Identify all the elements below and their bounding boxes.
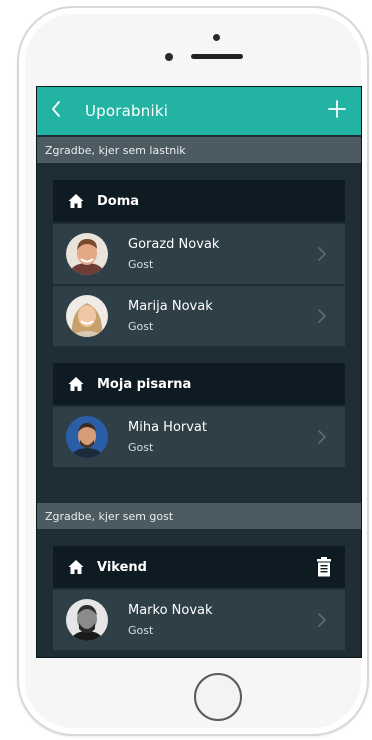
building-name: Vikend	[97, 559, 147, 575]
back-button[interactable]	[37, 87, 75, 135]
building-group-vikend: Vikend Marko Novak Gost	[53, 546, 345, 650]
home-icon	[67, 375, 85, 393]
section-header-owner: Zgradbe, kjer sem lastnik	[37, 137, 361, 163]
chevron-right-icon	[317, 429, 327, 445]
user-role: Gost	[128, 320, 154, 333]
speaker-grille	[191, 54, 243, 59]
home-icon	[67, 558, 85, 576]
building-header: Vikend	[53, 546, 345, 588]
page-title: Uporabniki	[85, 102, 169, 120]
user-row-marija-novak[interactable]: Marija Novak Gost	[53, 286, 345, 346]
building-group-moja-pisarna: Moja pisarna Miha Horvat Gost	[53, 363, 345, 467]
chevron-right-icon	[317, 308, 327, 324]
top-bar: Uporabniki	[37, 87, 361, 135]
building-header: Doma	[53, 180, 345, 222]
avatar	[66, 295, 108, 337]
app-screen: Uporabniki Zgradbe, kjer sem lastnik Dom…	[36, 86, 362, 658]
chevron-left-icon	[50, 100, 62, 122]
user-name: Miha Horvat	[128, 420, 207, 435]
avatar	[66, 233, 108, 275]
building-group-doma: Doma Gorazd Novak Gost Marija Novak Gost	[53, 180, 345, 346]
user-row-gorazd-novak[interactable]: Gorazd Novak Gost	[53, 224, 345, 284]
avatar	[66, 416, 108, 458]
user-role: Gost	[128, 624, 154, 637]
section-header-guest: Zgradbe, kjer sem gost	[37, 503, 361, 529]
user-name: Marija Novak	[128, 299, 213, 314]
front-sensor-icon	[165, 53, 173, 61]
home-icon	[67, 192, 85, 210]
chevron-right-icon	[317, 246, 327, 262]
user-name: Gorazd Novak	[128, 237, 220, 252]
user-name: Marko Novak	[128, 603, 213, 618]
building-name: Moja pisarna	[97, 376, 192, 392]
user-row-marko-novak[interactable]: Marko Novak Gost	[53, 590, 345, 650]
avatar	[66, 599, 108, 641]
trash-icon[interactable]	[315, 557, 333, 577]
add-user-button[interactable]	[323, 97, 351, 125]
chevron-right-icon	[317, 612, 327, 628]
user-row-miha-horvat[interactable]: Miha Horvat Gost	[53, 407, 345, 467]
building-name: Doma	[97, 193, 140, 209]
user-role: Gost	[128, 441, 154, 454]
user-role: Gost	[128, 258, 154, 271]
camera-icon	[213, 34, 220, 41]
plus-icon	[328, 100, 346, 122]
building-header: Moja pisarna	[53, 363, 345, 405]
home-button[interactable]	[194, 673, 242, 721]
